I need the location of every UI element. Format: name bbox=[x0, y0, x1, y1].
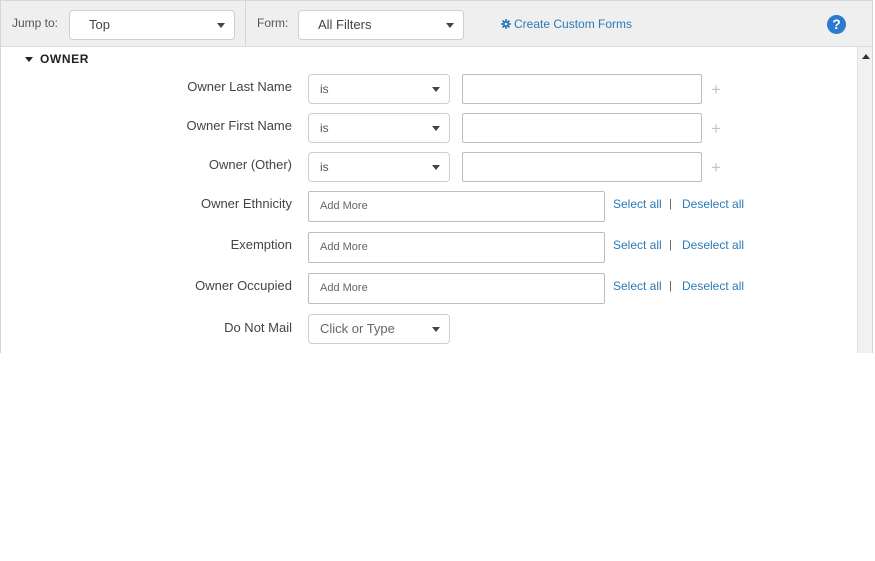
select-all-link[interactable]: Select all bbox=[613, 238, 662, 252]
owner-first-name-label: Owner First Name bbox=[186, 118, 292, 133]
section-title: OWNER bbox=[40, 52, 89, 66]
form-select[interactable]: All Filters bbox=[298, 10, 464, 40]
jump-to-value: Top bbox=[89, 17, 110, 32]
chevron-down-icon bbox=[432, 327, 440, 332]
jump-to-select[interactable]: Top bbox=[69, 10, 235, 40]
scroll-up-icon[interactable] bbox=[862, 54, 870, 59]
create-custom-forms-link[interactable]: Create Custom Forms bbox=[501, 17, 632, 31]
form-value: All Filters bbox=[318, 17, 372, 32]
do-not-mail-label: Do Not Mail bbox=[224, 320, 292, 335]
owner-section-toggle[interactable]: OWNER bbox=[25, 52, 89, 66]
form-label: Form: bbox=[257, 16, 289, 30]
select-all-link[interactable]: Select all bbox=[613, 197, 662, 211]
exemption-label: Exemption bbox=[230, 237, 292, 252]
jump-to-label: Jump to: bbox=[12, 16, 59, 30]
owner-last-name-operator[interactable]: is bbox=[308, 74, 450, 104]
owner-first-name-input[interactable] bbox=[462, 113, 702, 143]
owner-occupied-label: Owner Occupied bbox=[195, 278, 292, 293]
toolbar-divider bbox=[245, 1, 246, 47]
gear-icon bbox=[501, 19, 511, 29]
owner-last-name-label: Owner Last Name bbox=[187, 79, 292, 94]
exemption-input[interactable]: Add More bbox=[308, 232, 605, 263]
plus-icon[interactable]: + bbox=[711, 81, 721, 98]
operator-value: is bbox=[320, 121, 329, 135]
create-custom-forms-label: Create Custom Forms bbox=[514, 17, 633, 31]
link-separator: | bbox=[669, 280, 672, 292]
operator-value: is bbox=[320, 82, 329, 96]
chevron-down-icon bbox=[432, 87, 440, 92]
chevron-down-icon bbox=[446, 23, 454, 28]
owner-other-operator[interactable]: is bbox=[308, 152, 450, 182]
owner-ethnicity-input[interactable]: Add More bbox=[308, 191, 605, 222]
chevron-down-icon bbox=[432, 165, 440, 170]
scrollbar[interactable] bbox=[857, 47, 872, 353]
owner-first-name-operator[interactable]: is bbox=[308, 113, 450, 143]
owner-ethnicity-label: Owner Ethnicity bbox=[200, 196, 292, 211]
owner-other-input[interactable] bbox=[462, 152, 702, 182]
plus-icon[interactable]: + bbox=[711, 120, 721, 137]
do-not-mail-select[interactable]: Click or Type bbox=[308, 314, 450, 344]
deselect-all-link[interactable]: Deselect all bbox=[682, 238, 744, 252]
do-not-mail-value: Click or Type bbox=[320, 321, 395, 336]
chevron-down-icon bbox=[217, 23, 225, 28]
owner-other-label: Owner (Other) bbox=[208, 157, 292, 172]
deselect-all-link[interactable]: Deselect all bbox=[682, 279, 744, 293]
plus-icon[interactable]: + bbox=[711, 159, 721, 176]
help-icon[interactable]: ? bbox=[827, 15, 846, 34]
chevron-down-icon bbox=[432, 126, 440, 131]
owner-occupied-input[interactable]: Add More bbox=[308, 273, 605, 304]
chevron-down-icon bbox=[25, 56, 33, 62]
select-all-link[interactable]: Select all bbox=[613, 279, 662, 293]
link-separator: | bbox=[669, 198, 672, 210]
toolbar: Jump to: Top Form: All Filters Create Cu bbox=[1, 1, 872, 47]
operator-value: is bbox=[320, 160, 329, 174]
deselect-all-link[interactable]: Deselect all bbox=[682, 197, 744, 211]
filter-panel: Jump to: Top Form: All Filters Create Cu bbox=[0, 0, 873, 353]
link-separator: | bbox=[669, 239, 672, 251]
owner-last-name-input[interactable] bbox=[462, 74, 702, 104]
